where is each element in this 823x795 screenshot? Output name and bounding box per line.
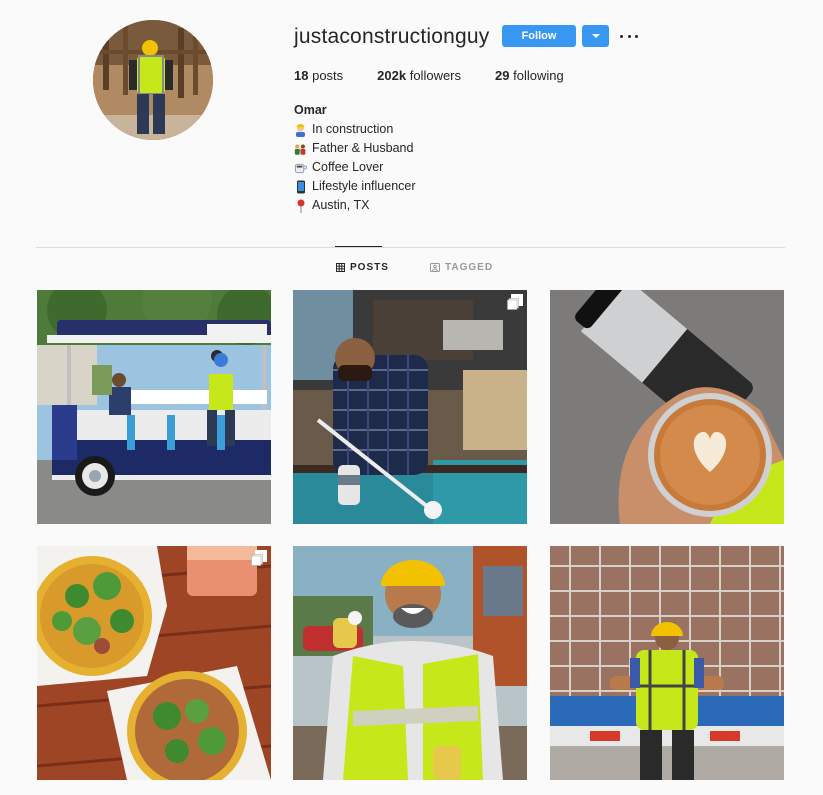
post-tile[interactable]: [293, 290, 527, 524]
tab-posts-label: POSTS: [350, 262, 389, 273]
post-tile[interactable]: [550, 546, 784, 780]
avatar[interactable]: [93, 20, 213, 140]
tagged-icon: [430, 263, 440, 272]
following-stat[interactable]: 29 following: [495, 68, 564, 83]
bio-text: Austin, TX: [312, 198, 370, 212]
username: justaconstructionguy: [294, 25, 490, 48]
profile-name: Omar: [294, 103, 327, 117]
bio: Omar In construction Father & Husband Co…: [294, 101, 416, 215]
posts-label: posts: [312, 68, 344, 83]
construction-worker-icon: [294, 123, 307, 137]
active-tab-indicator: [335, 246, 382, 247]
more-dot-icon: [627, 34, 631, 38]
more-options-button[interactable]: [620, 25, 638, 47]
post-image-party-bike: [37, 290, 271, 524]
tab-tagged-label: TAGGED: [445, 262, 494, 273]
post-tile[interactable]: [37, 290, 271, 524]
post-image-scaffolding-worker: [550, 546, 784, 780]
bio-line: In construction: [294, 120, 416, 139]
grid-icon: [336, 263, 345, 272]
followers-stat[interactable]: 202k followers: [377, 68, 461, 83]
pin-icon: [294, 199, 307, 213]
bio-text: Lifestyle influencer: [312, 179, 416, 193]
post-image-tacos: [37, 546, 271, 780]
suggestions-dropdown-button[interactable]: [582, 25, 609, 47]
more-dot-icon: [635, 34, 638, 38]
post-tile[interactable]: [37, 546, 271, 780]
posts-stat: 18 posts: [294, 68, 343, 83]
post-tile[interactable]: [550, 290, 784, 524]
bio-text: In construction: [312, 122, 394, 136]
post-image-laughing-worker: [293, 546, 527, 780]
tab-tagged[interactable]: TAGGED: [430, 262, 493, 273]
more-dot-icon: [620, 34, 623, 38]
profile-stats: 18 posts 202k followers 29 following: [294, 68, 598, 83]
avatar-image: [93, 20, 213, 140]
bio-line: Father & Husband: [294, 139, 416, 158]
family-icon: [294, 142, 307, 156]
post-tile[interactable]: [293, 546, 527, 780]
following-label: following: [513, 68, 564, 83]
chevron-down-icon: [591, 34, 600, 38]
posts-count: 18: [294, 68, 309, 83]
multi-photo-icon: [251, 554, 263, 566]
bio-text: Father & Husband: [312, 141, 414, 155]
followers-count: 202k: [377, 68, 407, 83]
bio-text: Coffee Lover: [312, 160, 384, 174]
post-image-coffee: [550, 290, 784, 524]
tab-posts[interactable]: POSTS: [336, 262, 389, 273]
followers-label: followers: [409, 68, 462, 83]
following-count: 29: [495, 68, 510, 83]
post-image-pool: [293, 290, 527, 524]
multi-photo-icon: [507, 298, 519, 310]
follow-button[interactable]: Follow: [502, 25, 576, 47]
tabs-divider: [36, 247, 785, 248]
bio-line: Coffee Lover: [294, 158, 416, 177]
coffee-icon: [294, 161, 307, 175]
bio-line: Austin, TX: [294, 196, 416, 215]
phone-icon: [294, 180, 307, 194]
bio-line: Lifestyle influencer: [294, 177, 416, 196]
